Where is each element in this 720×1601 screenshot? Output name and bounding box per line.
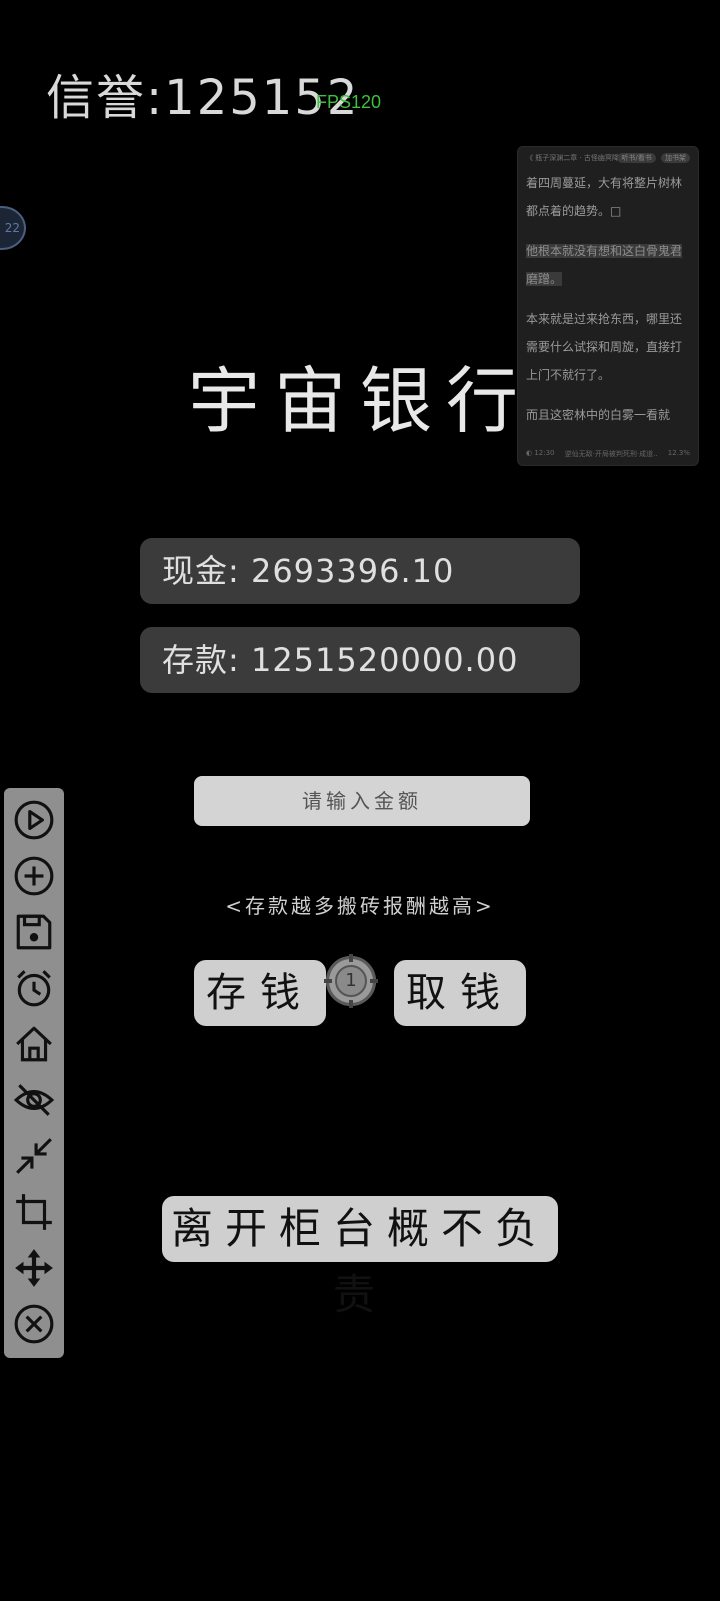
crop-button[interactable]: [12, 1190, 56, 1234]
hide-button[interactable]: [12, 1078, 56, 1122]
reader-paragraph: 着四周蔓延，大有将整片树林都点着的趋势。□: [526, 176, 683, 218]
knob-tick: [349, 1000, 353, 1008]
move-icon: [15, 1249, 53, 1287]
reader-bookshelf-badge[interactable]: 加书架: [661, 153, 690, 163]
knob-tick: [370, 979, 378, 983]
alarm-clock-icon: [17, 970, 51, 1007]
floating-target-knob[interactable]: 1: [324, 954, 378, 1008]
withdraw-button[interactable]: 取钱: [394, 960, 526, 1026]
leave-counter-button[interactable]: 离开柜台概不负责: [162, 1196, 558, 1319]
knob-tick: [324, 979, 332, 983]
play-button[interactable]: [12, 798, 56, 842]
move-button[interactable]: [12, 1246, 56, 1290]
alarm-button[interactable]: [12, 966, 56, 1010]
home-icon: [16, 1026, 52, 1062]
floating-edge-badge[interactable]: 22: [0, 206, 26, 250]
deposit-value: 存款: 1251520000.00: [162, 641, 519, 679]
minimize-button[interactable]: [12, 1134, 56, 1178]
bank-title: 宇宙银行: [187, 359, 532, 443]
floating-tool-panel: [4, 788, 64, 1358]
reader-progress: 12.3%: [667, 449, 690, 457]
cash-value: 现金: 2693396.10: [162, 552, 455, 590]
close-circle-icon: [14, 1304, 54, 1344]
knob-tick: [349, 954, 353, 962]
deposit-hint: <存款越多搬砖报酬越高>: [225, 894, 495, 918]
reader-book-name: 逆仙无敌·开局被判死刑·成道..: [564, 450, 658, 458]
fps-counter: FPS120: [316, 92, 382, 112]
amount-input[interactable]: [194, 776, 530, 826]
minimize-arrows-icon: [16, 1138, 52, 1174]
eye-off-icon: [13, 1084, 55, 1116]
credit-score: 信誉:125152: [46, 70, 360, 126]
home-button[interactable]: [12, 1022, 56, 1066]
reader-time: ◐ 12:30: [526, 449, 555, 457]
crop-icon: [16, 1194, 52, 1230]
reader-status-bar: ◐ 12:30 逆仙无敌·开局被判死刑·成道.. 12.3%: [518, 449, 698, 459]
save-icon: [16, 914, 52, 950]
add-button[interactable]: [12, 854, 56, 898]
plus-circle-icon: [14, 856, 54, 896]
save-button[interactable]: [12, 910, 56, 954]
deposit-button[interactable]: 存钱: [194, 960, 326, 1026]
play-circle-icon: [14, 800, 54, 840]
knob-number: 1: [335, 965, 367, 997]
reader-top-bar: 《 瓶子深渊二章 · 古怪幽冥降临... 听书/看书 加书架: [518, 147, 698, 169]
cash-panel: 现金: 2693396.10: [140, 538, 580, 604]
reader-listen-badge[interactable]: 听书/看书: [617, 153, 656, 163]
deposit-panel: 存款: 1251520000.00: [140, 627, 580, 693]
close-button[interactable]: [12, 1302, 56, 1346]
reader-paragraph: 他根本就没有想和这白骨鬼君磨蹭。: [526, 244, 683, 286]
